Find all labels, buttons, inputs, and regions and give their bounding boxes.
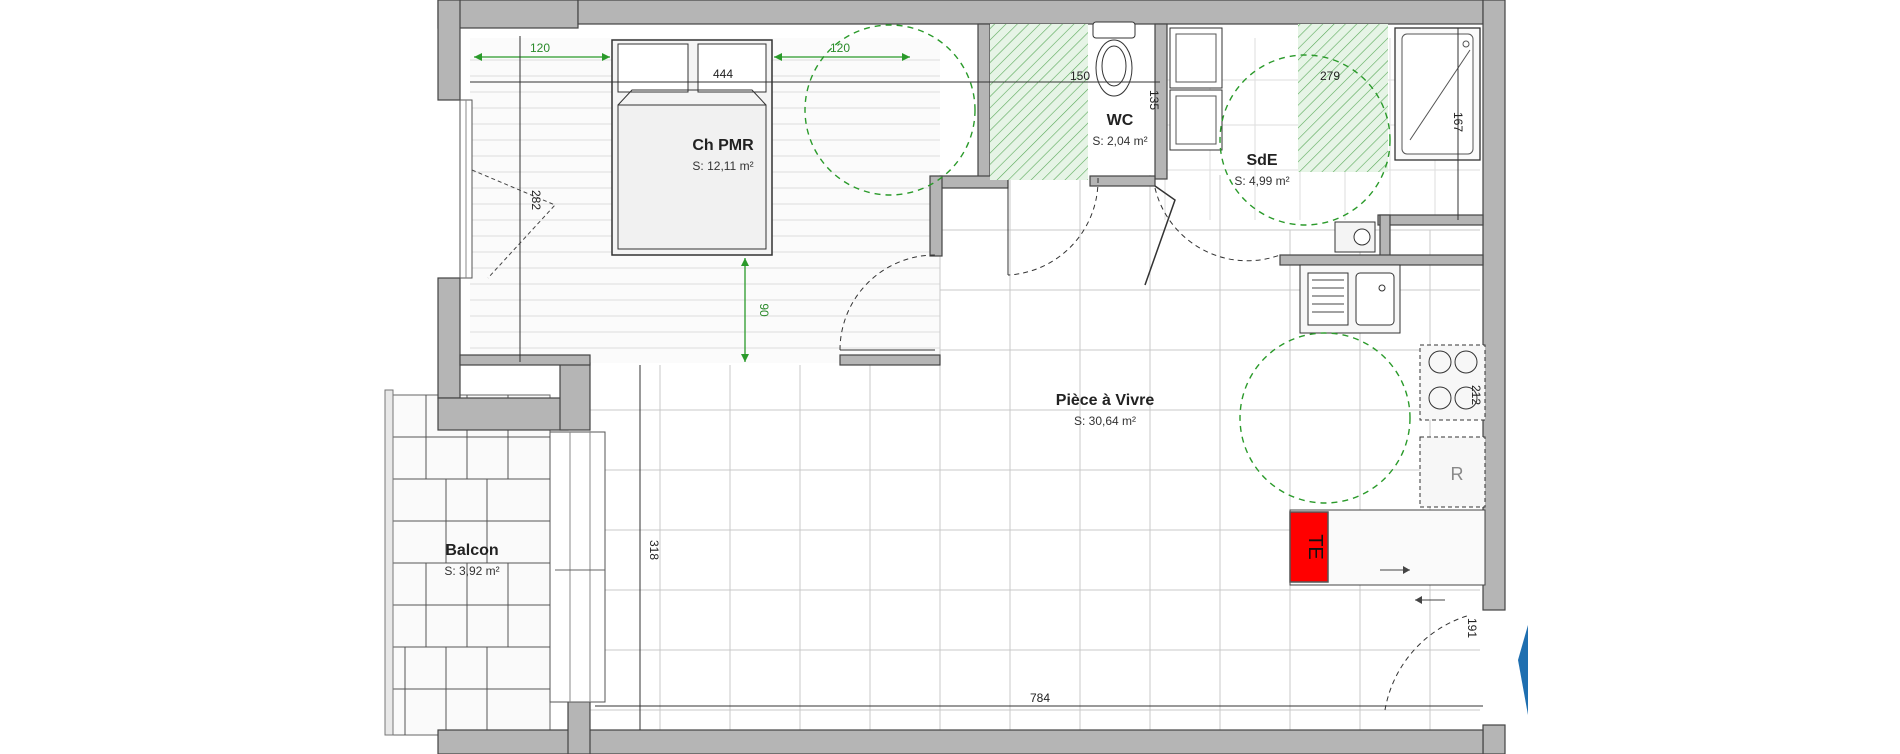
bedroom-name: Ch PMR: [692, 137, 754, 154]
floor-plan: 120 120 90 444 282 Ch PMR S: 12,11 m² 15…: [384, 0, 1528, 754]
hob: [1419, 344, 1486, 421]
dim-living-depth: 318: [647, 540, 661, 560]
dim-entry-width: 191: [1465, 618, 1479, 638]
sde-clearance-zone: [1298, 24, 1388, 172]
wc: 150 135 WC S: 2,04 m²: [990, 21, 1161, 276]
sde-area: S: 4,99 m²: [1234, 174, 1289, 188]
sink: [1299, 264, 1401, 334]
shower: [1394, 27, 1481, 161]
wc-clearance-zone: [990, 24, 1088, 180]
wc-name: WC: [1107, 112, 1134, 129]
balcony-deck: [384, 389, 551, 736]
living-area: S: 30,64 m²: [1074, 414, 1136, 428]
dim-total-width: 784: [1030, 691, 1050, 705]
washbasins: [1169, 27, 1223, 151]
toilet: [1092, 21, 1136, 97]
wc-area: S: 2,04 m²: [1092, 134, 1147, 148]
sde-name: SdE: [1246, 152, 1277, 169]
balcony-name: Balcon: [445, 542, 498, 559]
dim-bed-clear-foot: 90: [757, 303, 771, 317]
dim-bed-clear-left: 120: [530, 41, 550, 55]
dim-bed-width: 444: [713, 67, 733, 81]
kitchen-turning-circle: [1239, 332, 1411, 504]
dim-bed-clear-right: 120: [830, 41, 850, 55]
dim-shower-length: 167: [1451, 112, 1465, 132]
balcony-area: S: 3,92 m²: [444, 564, 499, 578]
entry-door-swing: [1384, 614, 1471, 711]
living-name: Pièce à Vivre: [1056, 392, 1155, 409]
entry-marker: [1518, 625, 1528, 715]
fridge: R: [1419, 436, 1486, 508]
dim-sde-width: 279: [1320, 69, 1340, 83]
fridge-label: R: [1451, 464, 1464, 484]
dim-wc-width: 150: [1070, 69, 1090, 83]
electric-panel: TE: [1289, 511, 1329, 583]
kitchen: 212 R TE: [1239, 221, 1486, 604]
electric-panel-label: TE: [1304, 534, 1326, 560]
dim-wc-depth: 135: [1147, 90, 1161, 110]
dim-kitchen-length: 212: [1469, 385, 1483, 405]
water-heater: [1334, 221, 1376, 253]
bedroom-area: S: 12,11 m²: [692, 159, 753, 173]
wc-door-swing: [1007, 177, 1099, 276]
dim-bedroom-depth: 282: [529, 190, 543, 210]
